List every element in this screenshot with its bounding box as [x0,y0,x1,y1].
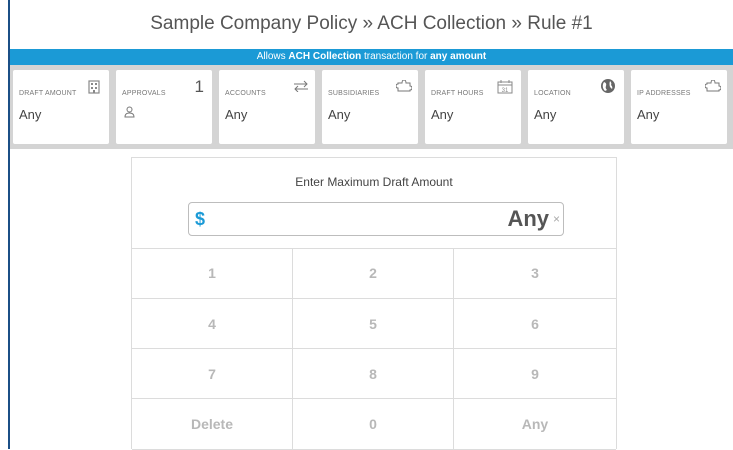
key-8[interactable]: 8 [293,349,454,399]
banner-prefix: Allows [256,51,289,62]
card-accounts[interactable]: Accounts Any [219,70,315,144]
key-0[interactable]: 0 [293,399,454,450]
card-label: Approvals [122,90,166,97]
card-draft-amount[interactable]: Draft Amount Any [13,70,109,144]
card-location[interactable]: Location Any [528,70,624,144]
key-any[interactable]: Any [454,399,616,450]
calendar-icon: 31 [497,80,513,94]
swap-arrows-icon [293,80,308,94]
card-label: Location [534,90,571,97]
rule-summary-banner: Allows ACH Collection transaction for an… [10,49,733,65]
page-title: Sample Company Policy » ACH Collection »… [150,13,593,34]
card-subsidiaries[interactable]: Subsidiaries Any [322,70,418,144]
card-value: Any [431,107,454,122]
key-9[interactable]: 9 [454,349,616,399]
draft-amount-keypad: Enter Maximum Draft Amount $ Any × 1 2 3… [131,157,617,450]
max-draft-amount-input[interactable]: $ Any × [188,202,564,236]
puzzle-icon [704,79,722,94]
card-label: Subsidiaries [328,90,380,97]
currency-symbol: $ [195,209,206,229]
key-2[interactable]: 2 [293,248,454,299]
amount-value: Any [507,206,549,231]
approvals-count: 1 [194,77,204,96]
key-5[interactable]: 5 [293,299,454,349]
banner-middle: transaction for [361,51,431,62]
key-4[interactable]: 4 [132,299,293,349]
rule-criteria-strip: Draft Amount Any Approvals 1 Accounts An… [10,65,733,149]
banner-amount: any amount [430,51,487,62]
card-ip-addresses[interactable]: IP Addresses Any [631,70,727,144]
keypad-header: Enter Maximum Draft Amount $ Any × [132,158,616,249]
clear-icon[interactable]: × [553,212,560,226]
key-1[interactable]: 1 [132,248,293,299]
card-value: Any [225,107,248,122]
banner-transaction: ACH Collection [288,51,362,62]
keypad-grid: 1 2 3 4 5 6 7 8 9 Delete 0 Any [132,248,616,450]
key-3[interactable]: 3 [454,248,616,299]
key-7[interactable]: 7 [132,349,293,399]
calendar-day: 31 [502,88,509,94]
person-icon [124,106,135,121]
card-value: Any [637,107,660,122]
card-label: Accounts [225,90,266,97]
keypad-prompt: Enter Maximum Draft Amount [295,175,453,189]
card-value: Any [328,107,351,122]
globe-icon [600,78,616,94]
card-label: Draft Hours [431,90,484,97]
card-label: IP Addresses [637,90,691,97]
building-icon [87,80,101,94]
card-value: Any [534,107,557,122]
key-delete[interactable]: Delete [132,399,293,450]
card-value: Any [19,107,42,122]
puzzle-icon [395,79,413,94]
key-6[interactable]: 6 [454,299,616,349]
policy-frame: Sample Company Policy » ACH Collection »… [8,0,733,450]
card-draft-hours[interactable]: Draft Hours 31 Any [425,70,521,144]
card-label: Draft Amount [19,90,77,97]
card-approvals[interactable]: Approvals 1 [116,70,212,144]
